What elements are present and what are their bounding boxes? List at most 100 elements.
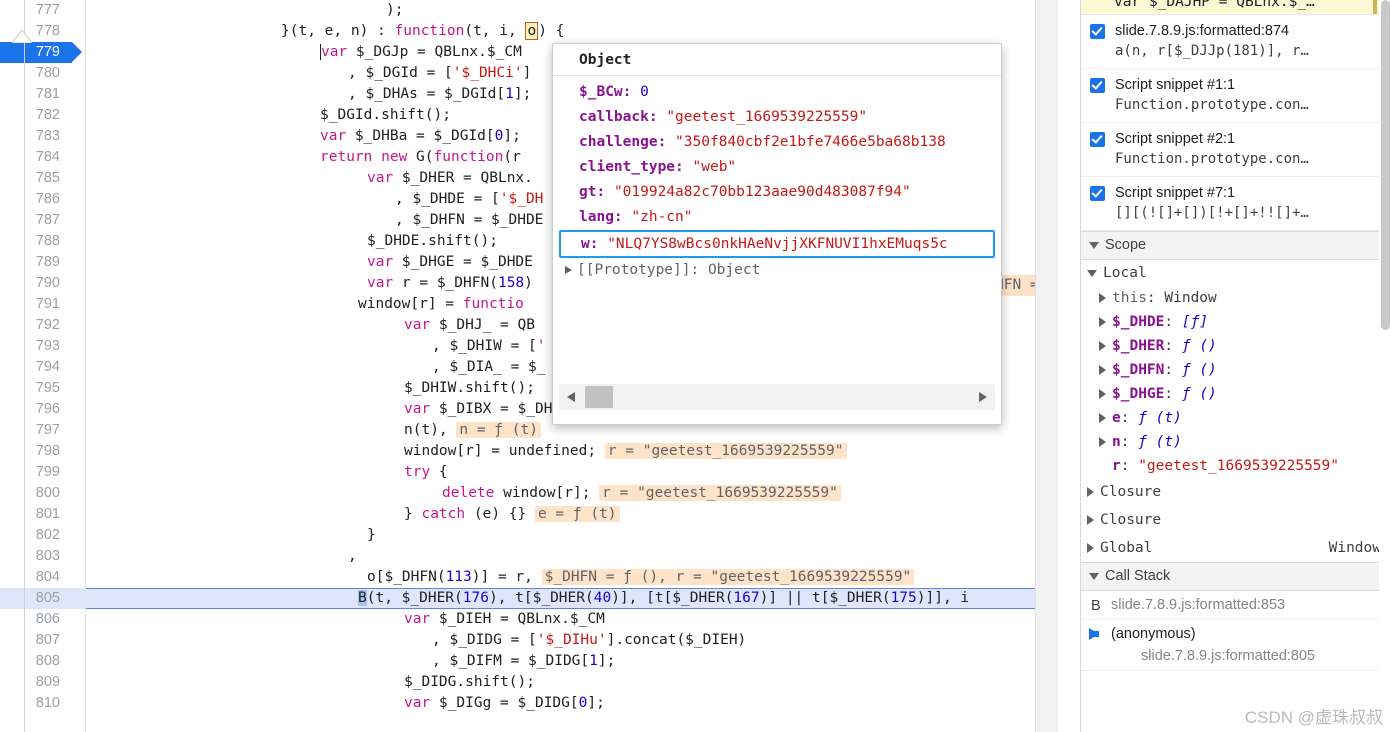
inline-value-798: r = "geetest_1669539225559"	[604, 443, 847, 459]
breakpoint-snippet: Function.prototype.con…	[1115, 151, 1309, 167]
breakpoint-location[interactable]: slide.7.8.9.js:formatted:874	[1115, 21, 1383, 41]
code-line[interactable]: 806 var $_DIEH = QBLnx.$_CM	[0, 609, 1035, 630]
code-line[interactable]: 799 try {	[0, 462, 1035, 483]
scope-entry[interactable]: $_DHFN: ƒ ()	[1081, 358, 1391, 382]
code-line[interactable]: 803 ,	[0, 546, 1035, 567]
breakpoint-checkbox[interactable]	[1090, 78, 1105, 93]
chevron-right-icon[interactable]	[1099, 389, 1106, 399]
call-stack-frame[interactable]: B slide.7.8.9.js:formatted:853	[1081, 591, 1391, 620]
line-number: 789	[0, 252, 72, 273]
code-line[interactable]: 809 $_DIDG.shift();	[0, 672, 1035, 693]
call-stack-frame-active[interactable]: (anonymous) slide.7.8.9.js:formatted:805	[1081, 620, 1391, 671]
breakpoint-location[interactable]: Script snippet #7:1	[1115, 183, 1383, 203]
popover-property-row[interactable]: client_type: "web"	[553, 155, 1001, 180]
sidebar-scrollbar-thumb[interactable]	[1381, 0, 1390, 330]
property-key: w	[581, 236, 590, 252]
popover-property-row-highlighted[interactable]: w: "NLQ7YS8wBcs0nkHAeNvjjXKFNUVI1hxEMuqs…	[559, 230, 995, 258]
scope-entry-value: [ƒ]	[1181, 314, 1209, 330]
property-key: gt	[579, 184, 597, 200]
scope-entry[interactable]: this: Window	[1081, 286, 1391, 310]
scope-closure[interactable]: Closure	[1081, 506, 1391, 534]
devtools-sources-panel: 777 ); 778 }(t, e, n) : function(t, i, o…	[0, 0, 1391, 732]
code-line[interactable]: 800 delete window[r]; r = "geetest_16695…	[0, 483, 1035, 504]
breakpoint-item[interactable]: slide.7.8.9.js:formatted:874 a(n, r[$_DJ…	[1081, 15, 1391, 69]
code-line[interactable]: 801 } catch (e) {} e = ƒ (t)	[0, 504, 1035, 525]
code-line[interactable]: 804 o[$_DHFN(113)] = r, $_DHFN = ƒ (), r…	[0, 567, 1035, 588]
chevron-down-icon[interactable]	[1089, 241, 1099, 249]
popover-property-row[interactable]: $_BCw: 0	[553, 80, 1001, 105]
line-content: $_DGId.shift();	[320, 107, 451, 123]
code-line[interactable]: 808 , $_DIFM = $_DIDG[1];	[0, 651, 1035, 672]
scope-section-header[interactable]: Scope	[1081, 231, 1391, 260]
chevron-right-icon[interactable]	[1087, 543, 1094, 553]
code-line[interactable]: 807 , $_DIDG = ['$_DIHu'].concat($_DIEH)	[0, 630, 1035, 651]
popover-property-row[interactable]: challenge: "350f840cbf2e1bfe7466e5ba68b1…	[553, 130, 1001, 155]
chevron-right-icon[interactable]	[1087, 487, 1094, 497]
code-line[interactable]: 778 }(t, e, n) : function(t, i, o) {	[0, 21, 1035, 42]
breakpoint-item[interactable]: Script snippet #1:1 Function.prototype.c…	[1081, 69, 1391, 123]
code-line-executing[interactable]: 805 B(t, $_DHER(176), t[$_DHER(40)], [t[…	[0, 588, 1035, 609]
chevron-right-icon[interactable]	[1099, 317, 1106, 327]
line-number: 793	[0, 336, 72, 357]
scope-entry-name: r	[1112, 458, 1121, 474]
chevron-right-icon[interactable]	[1087, 515, 1094, 525]
scope-group-local[interactable]: Local	[1081, 260, 1391, 286]
breakpoint-checkbox[interactable]	[1090, 24, 1105, 39]
scroll-left-arrow-icon[interactable]	[567, 392, 575, 402]
scroll-right-arrow-icon[interactable]	[979, 392, 987, 402]
chevron-right-icon[interactable]	[1099, 293, 1106, 303]
chevron-right-icon[interactable]	[1099, 365, 1106, 375]
breakpoint-location[interactable]: Script snippet #2:1	[1115, 129, 1383, 149]
line-number: 794	[0, 357, 72, 378]
line-content: , $_DHDE = ['$_DH	[395, 191, 544, 207]
scope-closure-label: Closure	[1100, 512, 1162, 528]
sidebar-scrollbar[interactable]	[1379, 0, 1391, 732]
line-number: 778	[0, 21, 72, 42]
line-number-active[interactable]: 779	[0, 42, 72, 63]
chevron-right-icon[interactable]	[1099, 413, 1106, 423]
popover-property-row[interactable]: gt: "019924a82c70bb123aae90d483087f94"	[553, 180, 1001, 205]
property-key: lang	[579, 209, 614, 225]
scope-entry[interactable]: $_DHER: ƒ ()	[1081, 334, 1391, 358]
chevron-down-icon[interactable]	[1087, 269, 1097, 277]
breakpoint-item[interactable]: Script snippet #7:1 [][(![]+[])[!+[]+!![…	[1081, 177, 1391, 231]
debugger-sidebar[interactable]: var $_DAJHP = QBLnx.$_… slide.7.8.9.js:f…	[1080, 0, 1391, 732]
line-number: 810	[0, 693, 72, 714]
scope-closure-label: Closure	[1100, 484, 1162, 500]
popover-property-row[interactable]: callback: "geetest_1669539225559"	[553, 105, 1001, 130]
line-content: , $_DIA_ = $_	[432, 359, 546, 375]
line-content: n(t), n = ƒ (t)	[404, 420, 541, 441]
scope-global[interactable]: Global Window	[1081, 534, 1391, 562]
chevron-right-icon[interactable]	[1099, 437, 1106, 447]
call-stack-section-header[interactable]: Call Stack	[1081, 562, 1391, 591]
code-line[interactable]: 810 var $_DIGg = $_DIDG[0];	[0, 693, 1035, 714]
chevron-right-icon[interactable]	[1099, 341, 1106, 351]
code-line[interactable]: 777 );	[0, 0, 1035, 21]
scope-closure[interactable]: Closure	[1081, 478, 1391, 506]
line-number: 787	[0, 210, 72, 231]
scope-entry[interactable]: $_DHGE: ƒ ()	[1081, 382, 1391, 406]
chevron-down-icon[interactable]	[1089, 572, 1099, 580]
breakpoint-checkbox[interactable]	[1090, 186, 1105, 201]
popover-prototype-row[interactable]: [[Prototype]]: Object	[553, 258, 1001, 283]
popover-property-row[interactable]: lang: "zh-cn"	[553, 205, 1001, 230]
breakpoint-checkbox[interactable]	[1090, 132, 1105, 147]
scope-entry[interactable]: r: "geetest_1669539225559"	[1081, 454, 1391, 478]
editor-scroll-strip[interactable]	[1035, 0, 1058, 732]
code-line[interactable]: 798 window[r] = undefined; r = "geetest_…	[0, 441, 1035, 462]
object-preview-popover[interactable]: Object $_BCw: 0 callback: "geetest_16695…	[552, 43, 1002, 425]
popover-horizontal-scrollbar[interactable]	[559, 384, 995, 410]
scrollbar-thumb[interactable]	[585, 386, 613, 408]
code-line[interactable]: 802 }	[0, 525, 1035, 546]
scope-entry[interactable]: e: ƒ (t)	[1081, 406, 1391, 430]
expand-triangle-icon[interactable]	[565, 266, 572, 274]
scope-entry[interactable]: n: ƒ (t)	[1081, 430, 1391, 454]
scope-entry-value: ƒ ()	[1181, 386, 1217, 402]
hovered-token[interactable]: o	[525, 22, 539, 40]
breakpoint-item[interactable]: Script snippet #2:1 Function.prototype.c…	[1081, 123, 1391, 177]
breakpoint-location[interactable]: Script snippet #1:1	[1115, 75, 1383, 95]
breakpoint-partial-row[interactable]: var $_DAJHP = QBLnx.$_…	[1081, 0, 1391, 15]
frame-file: slide.7.8.9.js:formatted:805	[1141, 648, 1316, 664]
scope-entry[interactable]: $_DHDE: [ƒ]	[1081, 310, 1391, 334]
property-value: 0	[640, 84, 649, 100]
